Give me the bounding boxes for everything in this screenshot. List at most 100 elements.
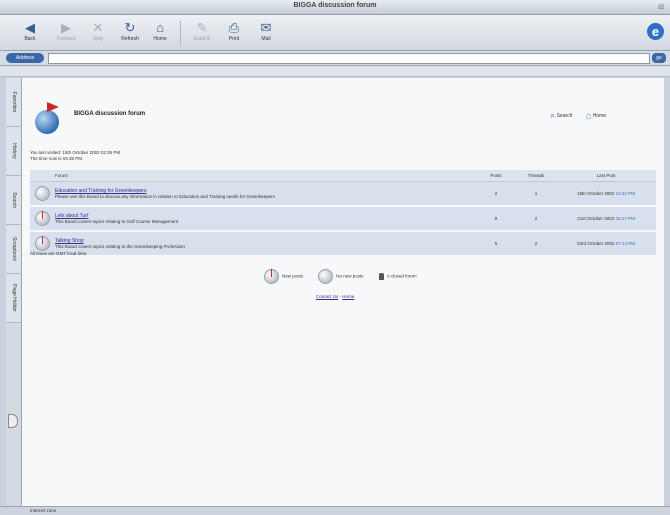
- go-button[interactable]: go: [652, 53, 666, 63]
- favorites-bar: [0, 66, 670, 77]
- last-post-time: 04:17 PM: [615, 216, 635, 221]
- home-link-label: Home: [592, 112, 606, 119]
- contact-us-link[interactable]: Contact Us: [316, 294, 338, 299]
- posts-column-header: Posts: [476, 170, 516, 182]
- forum-description: This Board covers topics relating to Gol…: [55, 219, 179, 224]
- stop-icon: ✕: [92, 20, 104, 35]
- home-button[interactable]: ⌂ Home: [146, 19, 174, 42]
- forum-info-cell: Education and Training for Greenkeepers …: [54, 181, 476, 207]
- print-button[interactable]: ⎙ Print: [220, 19, 248, 42]
- refresh-label: Refresh: [121, 36, 139, 42]
- back-label: Back: [24, 36, 36, 42]
- table-row: Talking Shop This Board covers topics re…: [30, 231, 656, 257]
- forum-column-header: Forum: [54, 170, 476, 182]
- last-post-cell: 21st October 2002 04:17 PM: [556, 206, 656, 232]
- forum-table: Forum Posts Threads Last Post Education …: [30, 170, 656, 257]
- legend-no-new-posts: No new posts: [318, 269, 364, 284]
- print-icon: ⎙: [228, 20, 240, 35]
- new-posts-icon: [34, 236, 50, 251]
- back-arrow-icon: ◀: [25, 20, 35, 35]
- forward-button[interactable]: ▶ Forward: [52, 19, 80, 42]
- autofill-label: AutoFill: [193, 36, 211, 42]
- last-post-date: 21st October 2002: [577, 216, 615, 221]
- table-header-row: Forum Posts Threads Last Post: [30, 170, 656, 182]
- no-new-posts-icon: [318, 269, 334, 284]
- browser-toolbar: ◀ Back ▶ Forward ✕ Stop ↻ Refresh ⌂ Home…: [0, 15, 670, 51]
- forum-description: This Board covers topics relating to the…: [55, 244, 185, 249]
- mail-label: Mail: [261, 36, 271, 42]
- sidebar-tab-label: Page Holder: [10, 284, 17, 312]
- forum-status-cell: [30, 206, 54, 232]
- sidebar-tab-label: Scrapbook: [10, 237, 17, 261]
- print-label: Print: [228, 36, 240, 42]
- no-new-posts-icon: [34, 186, 50, 201]
- icon-legend: New posts No new posts A closed forum: [264, 269, 431, 284]
- mail-button[interactable]: ✉ Mail: [252, 19, 280, 42]
- home-link[interactable]: ⌂ Home: [585, 110, 606, 121]
- timezone-note: All times are GMT local time.: [30, 251, 88, 256]
- window-title-bar[interactable]: BIGGA discussion forum ⊟: [0, 0, 670, 15]
- lock-icon: [378, 273, 384, 280]
- last-post-time: 12:42 PM: [615, 191, 635, 196]
- threads-cell: 2: [516, 231, 556, 257]
- autofill-icon: ✎: [196, 20, 208, 35]
- search-icon: ⌕: [550, 110, 556, 120]
- time-now-text: The time now is 04:35 PM.: [30, 156, 84, 161]
- address-label: Address: [6, 53, 44, 63]
- legend-label: No new posts: [336, 273, 364, 279]
- new-posts-icon: [264, 269, 279, 284]
- legend-new-posts: New posts: [264, 269, 303, 284]
- legend-label: New posts: [282, 273, 304, 279]
- legend-label: A closed forum: [386, 273, 417, 279]
- sidebar-tab-page-holder[interactable]: Page Holder: [6, 274, 21, 323]
- sidebar-resize-handle[interactable]: [8, 414, 18, 428]
- forum-info-cell: Talking Shop This Board covers topics re…: [54, 231, 476, 257]
- sidebar-tab-search[interactable]: Search: [6, 176, 21, 225]
- footer-separator: -: [339, 294, 342, 299]
- search-link[interactable]: ⌕ Search: [550, 110, 573, 120]
- new-posts-icon: [34, 211, 50, 226]
- address-bar: Address go: [0, 51, 670, 66]
- address-input[interactable]: [48, 53, 650, 64]
- refresh-button[interactable]: ↻ Refresh: [116, 19, 144, 42]
- browser-logo-icon: e: [647, 23, 664, 40]
- forum-info-cell: Lets about Turf This Board covers topics…: [54, 206, 476, 232]
- last-post-time: 07:14 PM: [615, 241, 636, 246]
- globe-icon: [35, 110, 59, 134]
- footer-home-link[interactable]: Home: [342, 294, 354, 299]
- forward-arrow-icon: ▶: [61, 20, 71, 35]
- forum-status-cell: [30, 181, 54, 207]
- home-icon: ⌂: [585, 110, 592, 121]
- stop-label: Stop: [92, 36, 104, 42]
- page-content: BIGGA discussion forum ⌕ Search ⌂ Home Y…: [22, 78, 664, 506]
- window-title: BIGGA discussion forum: [293, 2, 377, 9]
- visit-info: You last visited: 15th October 2002 02:3…: [30, 150, 120, 162]
- autofill-button[interactable]: ✎ AutoFill: [188, 19, 216, 42]
- home-icon: ⌂: [156, 20, 164, 35]
- window-collapse-icon[interactable]: ⊟: [658, 3, 664, 11]
- forum-description: Please use this Board to discuss any inf…: [55, 194, 275, 199]
- last-post-cell: 23rd October 2002 07:14 PM: [556, 231, 656, 257]
- back-button[interactable]: ◀ Back: [16, 19, 44, 42]
- home-label: Home: [153, 36, 167, 42]
- legend-closed-forum: A closed forum: [378, 273, 417, 280]
- sidebar-tab-favorites[interactable]: Favorites: [6, 78, 21, 127]
- bigga-logo: [32, 102, 66, 134]
- last-post-date: 23rd October 2002: [576, 241, 615, 246]
- explorer-sidebar: Favorites History Search Scrapbook Page …: [6, 78, 22, 506]
- search-link-label: Search: [556, 112, 573, 119]
- sidebar-tab-history[interactable]: History: [6, 127, 21, 176]
- posts-cell: 8: [476, 206, 516, 232]
- status-text: Internet zone: [30, 508, 57, 513]
- last-post-column-header: Last Post: [556, 170, 656, 182]
- sidebar-tab-label: Search: [10, 192, 17, 208]
- forward-label: Forward: [56, 36, 76, 42]
- top-links: ⌕ Search ⌂ Home: [538, 110, 606, 121]
- sidebar-tab-scrapbook[interactable]: Scrapbook: [6, 225, 21, 274]
- posts-cell: 2: [476, 181, 516, 207]
- forum-title: BIGGA discussion forum: [74, 111, 146, 117]
- threads-column-header: Threads: [516, 170, 556, 182]
- refresh-icon: ↻: [124, 20, 136, 35]
- table-row: Education and Training for Greenkeepers …: [30, 181, 656, 207]
- stop-button[interactable]: ✕ Stop: [84, 19, 112, 42]
